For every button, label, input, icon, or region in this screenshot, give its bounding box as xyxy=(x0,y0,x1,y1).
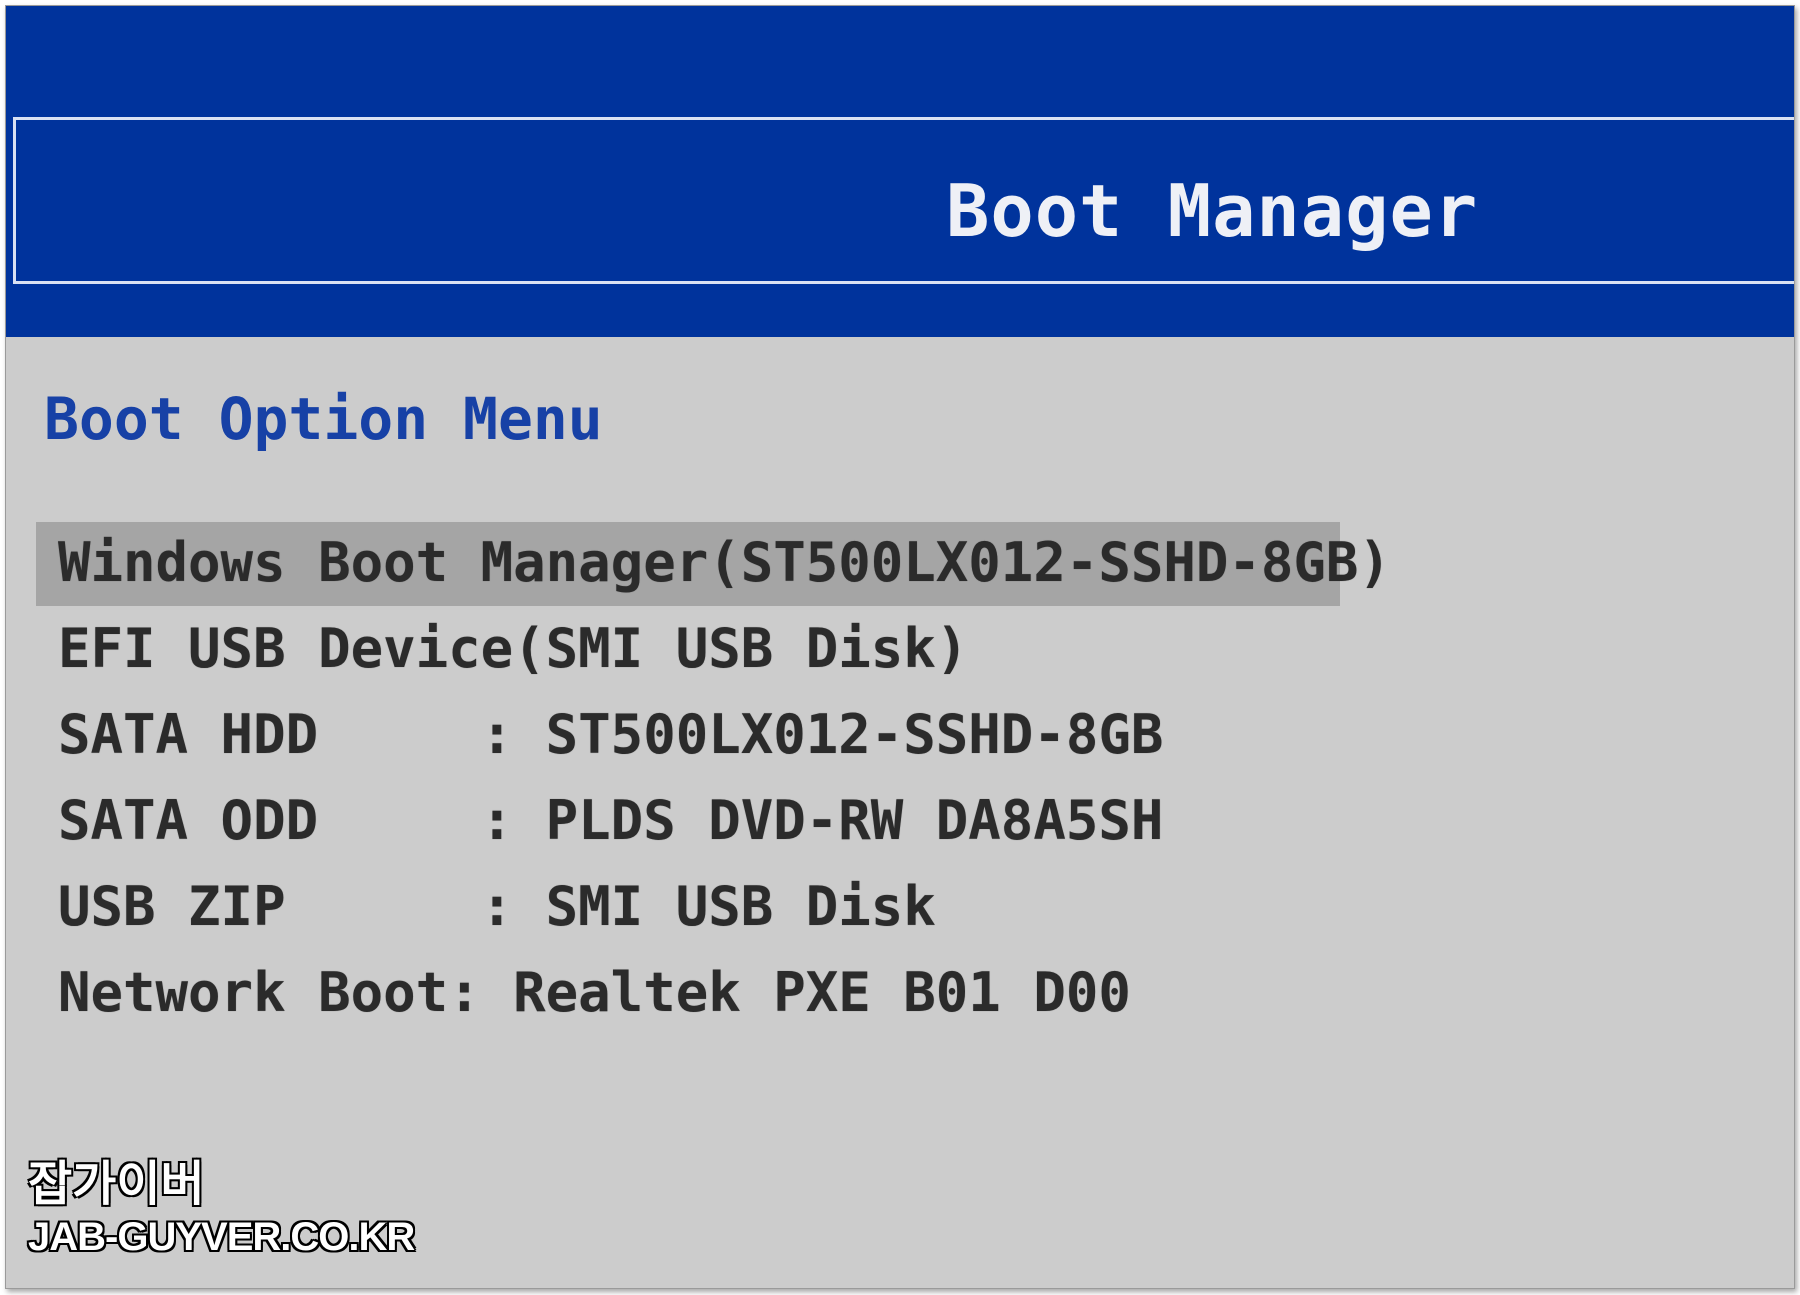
boot-option-usb-zip[interactable]: USB ZIP : SMI USB Disk xyxy=(36,866,1340,952)
boot-option-network-boot[interactable]: Network Boot: Realtek PXE B01 D00 xyxy=(36,952,1340,1038)
boot-option-menu-heading: Boot Option Menu xyxy=(44,385,603,453)
page-title: Boot Manager xyxy=(946,169,1479,253)
header-bar xyxy=(6,6,1794,337)
boot-option-efi-usb-device[interactable]: EFI USB Device(SMI USB Disk) xyxy=(36,608,1340,694)
boot-option-sata-odd[interactable]: SATA ODD : PLDS DVD-RW DA8A5SH xyxy=(36,780,1340,866)
boot-option-windows-boot-manager[interactable]: Windows Boot Manager(ST500LX012-SSHD-8GB… xyxy=(36,522,1391,606)
title-box xyxy=(13,117,1794,284)
watermark: 잡가이버 JAB-GUYVER.CO.KR xyxy=(27,1155,415,1262)
watermark-domain: JAB-GUYVER.CO.KR xyxy=(28,1215,415,1259)
watermark-korean: 잡가이버 xyxy=(27,1155,206,1213)
bios-screen: Boot Manager Boot Option Menu Windows Bo… xyxy=(5,5,1795,1289)
boot-option-sata-hdd[interactable]: SATA HDD : ST500LX012-SSHD-8GB xyxy=(36,694,1340,780)
boot-option-list: Windows Boot Manager(ST500LX012-SSHD-8GB… xyxy=(36,522,1391,1038)
